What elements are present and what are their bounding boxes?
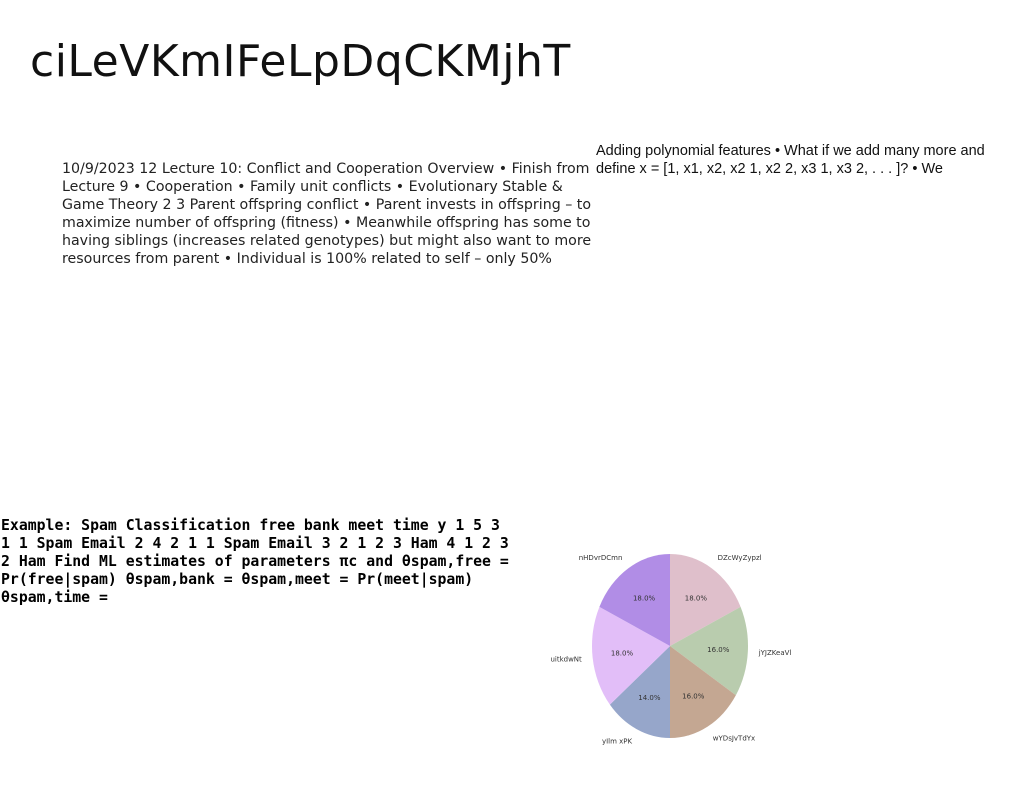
pie-category-label: yIlm xPK <box>602 737 633 745</box>
pie-percent-label: 18.0% <box>611 650 634 658</box>
pie-chart-svg: 18.0% DZcWyZypzl 16.0% jYJZKeaVl 16.0% wYDsJv… <box>550 554 792 746</box>
spam-example-text-block: Example: Spam Classification free bank m… <box>1 517 509 606</box>
pie-percent-label: 16.0% <box>682 693 705 701</box>
pie-percent-label: 18.0% <box>685 594 708 602</box>
pie-category-label: nHDvrDCmn <box>579 554 623 562</box>
pie-category-label: DZcWyZypzl <box>718 554 762 562</box>
pie-chart: 18.0% DZcWyZypzl 16.0% jYJZKeaVl 16.0% wYDsJv… <box>540 548 800 748</box>
page-title: ciLeVKmIFeLpDqCKMjhT <box>30 36 571 87</box>
pie-percent-label: 14.0% <box>638 694 661 702</box>
lecture-text-block: 10/9/2023 12 Lecture 10: Conflict and Co… <box>62 161 592 267</box>
pie-category-label: wYDsJvTdYx <box>713 734 755 742</box>
polynomial-text-block: Adding polynomial features • What if we … <box>596 143 985 177</box>
pie-category-label: jYJZKeaVl <box>758 649 792 657</box>
pie-percent-label: 16.0% <box>707 646 730 654</box>
pie-category-label: uitkdwNt <box>550 656 582 664</box>
pie-percent-label: 18.0% <box>633 594 656 602</box>
